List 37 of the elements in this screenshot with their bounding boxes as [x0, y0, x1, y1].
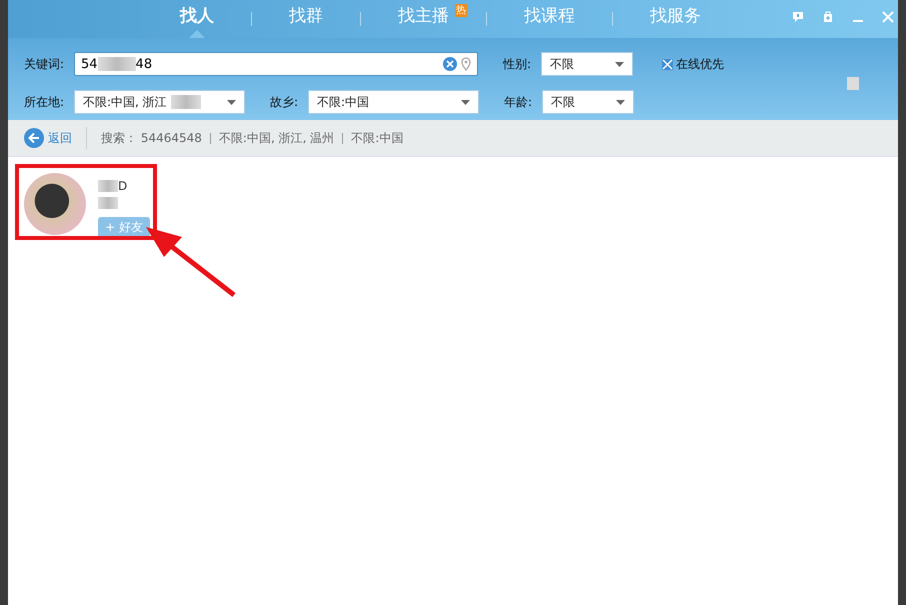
field-label: 故乡: [270, 94, 300, 110]
blurred-text [98, 57, 136, 71]
blurred-text [98, 197, 118, 209]
back-link[interactable]: 返回 [24, 128, 72, 148]
field-label: 所在地: [24, 94, 66, 110]
blurred-text [170, 95, 201, 109]
close-icon[interactable] [882, 11, 894, 23]
skin-icon[interactable] [822, 11, 834, 23]
dropdown[interactable]: 不限 [541, 52, 633, 76]
keyword-field[interactable]: 54 48 [74, 52, 478, 76]
field-label: 关键词: [24, 56, 66, 72]
tab[interactable]: 找服务 [648, 0, 703, 38]
feedback-icon[interactable] [792, 11, 804, 23]
search-criteria: 不限:中国 [351, 130, 404, 146]
dropdown[interactable]: 不限 [542, 90, 634, 114]
scroll-indicator [847, 77, 859, 90]
user-name: D [118, 179, 128, 193]
caret-icon[interactable] [227, 100, 236, 104]
field-label: 性别: [503, 56, 532, 72]
clear-icon[interactable] [443, 57, 457, 71]
tab[interactable]: 找群 [287, 0, 325, 38]
blurred-text [98, 180, 118, 192]
search-summary: 搜索： 54464548 [101, 130, 202, 146]
caret-icon[interactable] [461, 100, 470, 104]
checkbox-label: 在线优先 [676, 56, 724, 72]
caret-icon[interactable] [615, 62, 624, 66]
location-pin-icon[interactable] [461, 57, 471, 71]
dropdown[interactable]: 不限:中国 [308, 90, 479, 114]
field-label: 年龄: [504, 94, 534, 110]
checkbox[interactable] [661, 58, 674, 70]
tab[interactable]: 找课程 [522, 0, 577, 38]
add-friend-button[interactable]: + 好友 [98, 217, 150, 238]
tab[interactable]: 找人 [178, 0, 216, 38]
caret-icon[interactable] [616, 100, 625, 104]
hot-badge: 热 [455, 4, 467, 17]
search-criteria: 不限:中国, 浙江, 温州 [218, 130, 334, 146]
dropdown[interactable]: 不限:中国, 浙江 [74, 90, 245, 114]
